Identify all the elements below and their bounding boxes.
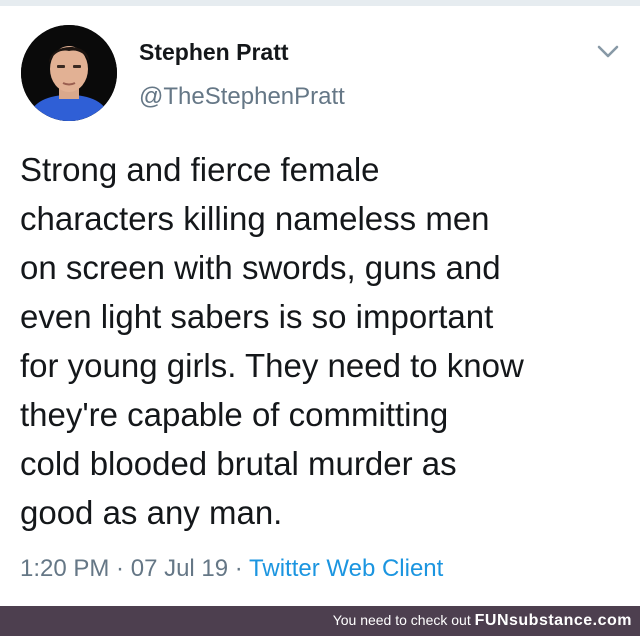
avatar[interactable] [21,25,117,121]
tweet-time[interactable]: 1:20 PM [20,555,109,582]
chevron-down-icon [597,45,619,58]
watermark-text: You need to check out FUNsubstance.com [333,612,632,630]
meta-separator: · [109,555,131,582]
tweet-meta: 1:20 PM · 07 Jul 19 · Twitter Web Client [20,555,443,583]
profile-photo-icon [21,25,117,121]
watermark-brand: FUNsubstance.com [474,612,632,629]
tweet-source-link[interactable]: Twitter Web Client [249,555,443,582]
tweet-text-line: for young girls. They need to know [20,347,524,384]
tweet-text-line: even light sabers is so important [20,298,494,335]
tweet-text-line: good as any man. [20,494,283,531]
tweet-text-line: they're capable of committing [20,396,449,433]
display-name[interactable]: Stephen Pratt [139,39,289,66]
tweet-date[interactable]: 07 Jul 19 [131,555,228,582]
tweet-text: Strong and fierce female characters kill… [20,145,632,537]
tweet-text-line: Strong and fierce female [20,151,380,188]
tweet-menu-button[interactable] [596,44,620,60]
tweet-card: Stephen Pratt @TheStephenPratt Strong an… [0,6,640,606]
user-handle[interactable]: @TheStephenPratt [139,83,345,111]
meta-separator: · [228,555,250,582]
watermark-prefix: You need to check out [332,612,475,628]
tweet-text-line: cold blooded brutal murder as [20,445,457,482]
tweet-text-line: characters killing nameless men [20,200,490,237]
tweet-text-line: on screen with swords, guns and [20,249,501,286]
watermark-banner: You need to check out FUNsubstance.com [0,606,640,636]
